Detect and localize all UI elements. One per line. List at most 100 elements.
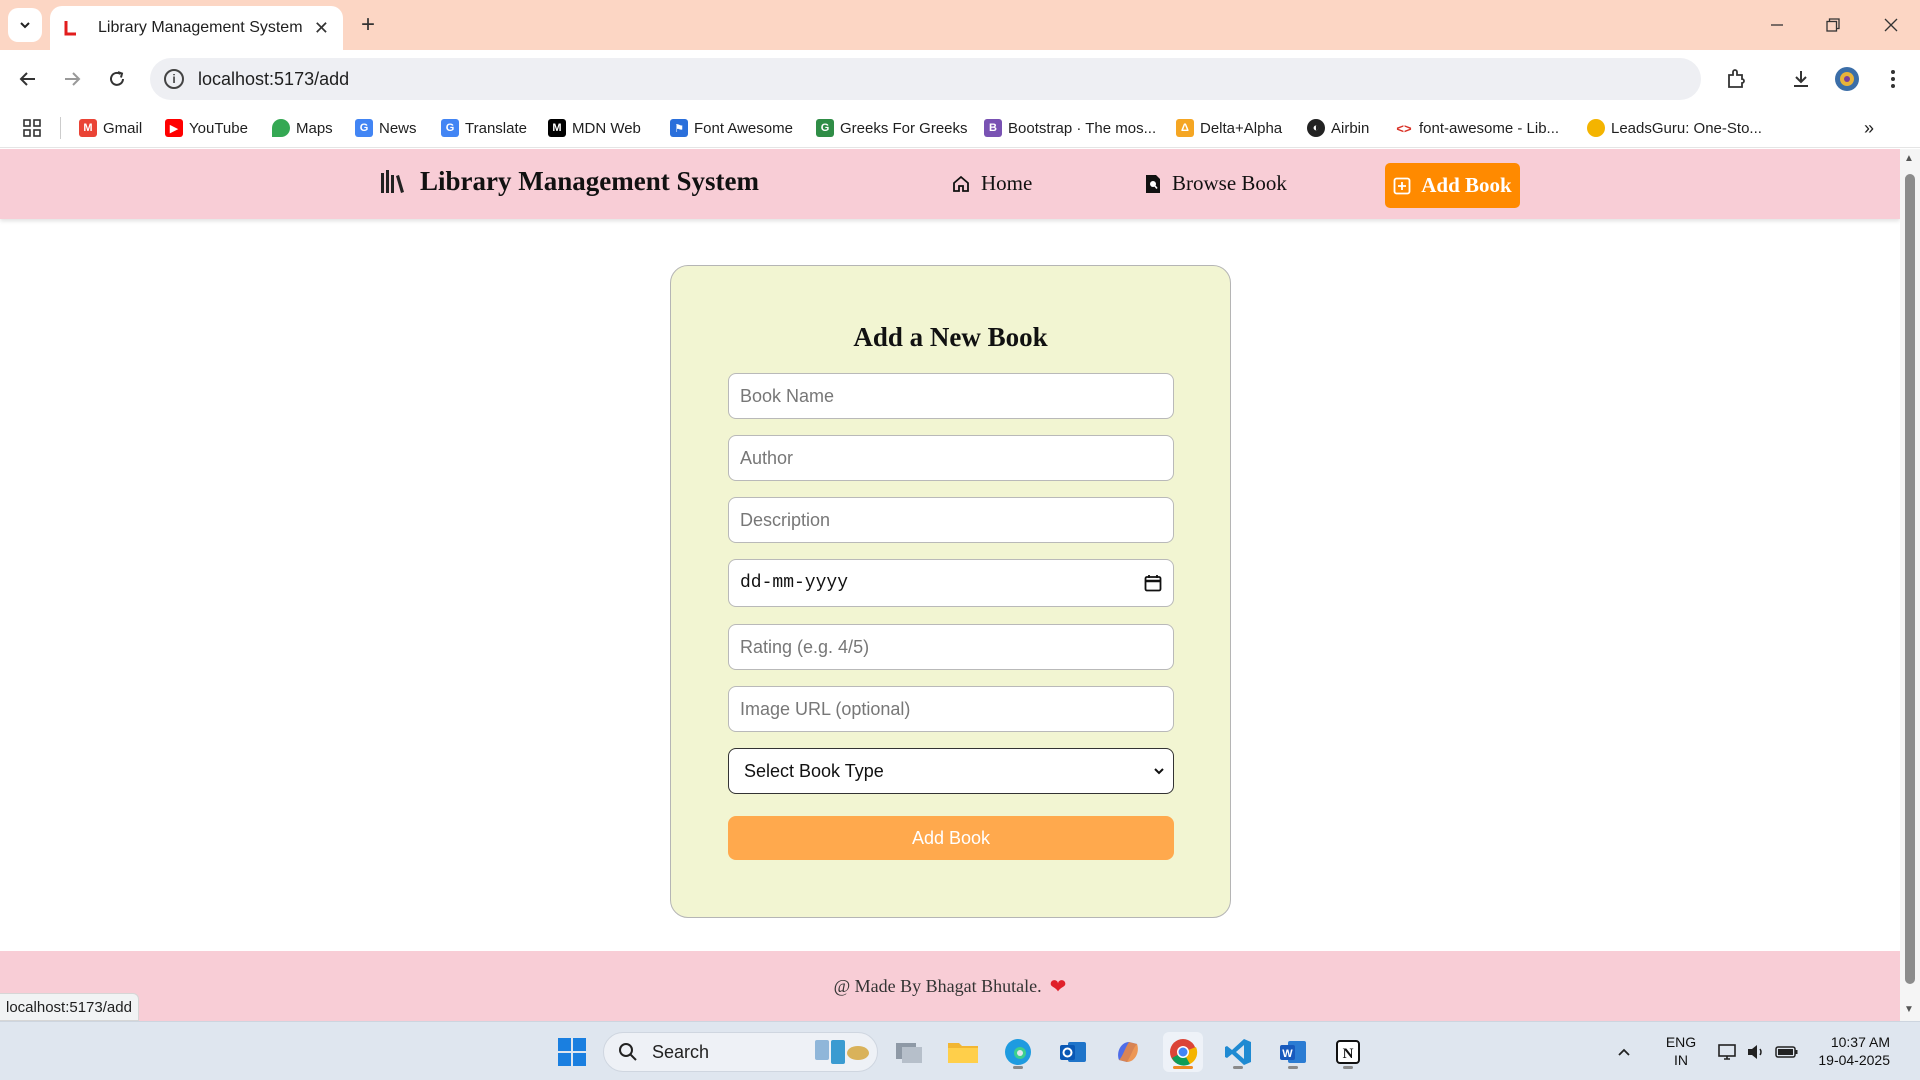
search-book-icon: [1146, 174, 1160, 193]
file-explorer-icon[interactable]: [943, 1032, 983, 1072]
mdn-icon: M: [548, 119, 566, 137]
bookmark-leadsguru[interactable]: LeadsGuru: One-Sto...: [1587, 116, 1762, 140]
chevron-up-icon: [1618, 1048, 1630, 1056]
site-brand[interactable]: Library Management System: [380, 166, 759, 197]
scroll-down-icon[interactable]: ▼: [1904, 1004, 1914, 1015]
running-indicator: [1288, 1066, 1298, 1069]
web-page: Library Management System Home Browse Bo…: [0, 149, 1900, 1021]
running-indicator: [1343, 1066, 1353, 1069]
lang-top: ENG: [1665, 1034, 1697, 1050]
bookmark-label: Font Awesome: [694, 119, 793, 137]
volume-icon[interactable]: [1742, 1032, 1770, 1072]
site-info-icon[interactable]: i: [164, 69, 184, 89]
download-icon[interactable]: [1785, 63, 1817, 95]
back-arrow-icon: [19, 72, 35, 86]
page-scrollbar[interactable]: ▲ ▼: [1900, 149, 1920, 1021]
font-awesome-icon: ⚑: [670, 119, 688, 137]
plus-square-icon: [1393, 177, 1411, 194]
book-type-select[interactable]: Select Book Type: [728, 748, 1174, 794]
reload-button[interactable]: [101, 63, 133, 95]
nav-add-book-button[interactable]: Add Book: [1385, 163, 1520, 208]
browser-tab-active[interactable]: Library Management System ✕: [50, 6, 343, 50]
bookmark-font-awesome[interactable]: ⚑ Font Awesome: [670, 116, 793, 140]
bookmark-label: News: [379, 119, 417, 137]
running-indicator: [1233, 1066, 1243, 1069]
author-input[interactable]: [728, 435, 1174, 481]
home-icon: [953, 175, 969, 192]
scrollbar-thumb[interactable]: [1905, 174, 1915, 984]
browser-menu-icon[interactable]: [1877, 63, 1909, 95]
date-placeholder: dd-mm-yyyy: [740, 573, 849, 593]
restore-button[interactable]: [1808, 10, 1858, 40]
task-view-icon[interactable]: [889, 1032, 929, 1072]
taskbar-search[interactable]: Search: [603, 1032, 878, 1072]
more-bookmarks-icon[interactable]: »: [1864, 116, 1874, 140]
apps-grid-icon[interactable]: [22, 116, 42, 140]
bookmark-translate[interactable]: G Translate: [441, 116, 527, 140]
bookmark-airbin[interactable]: ◐ Airbin: [1307, 116, 1369, 140]
bookmark-youtube[interactable]: ▶ YouTube: [165, 116, 248, 140]
browser-tab-strip: Library Management System ✕ +: [0, 0, 1920, 50]
forward-button[interactable]: [56, 63, 88, 95]
minimize-button[interactable]: [1752, 10, 1802, 40]
url-text[interactable]: localhost:5173/add: [198, 69, 349, 90]
browser-toolbar: i localhost:5173/add: [0, 50, 1920, 131]
bootstrap-icon: B: [984, 119, 1002, 137]
bookmark-label: Gmail: [103, 119, 143, 137]
copilot-icon[interactable]: [1108, 1032, 1148, 1072]
clock-date: 19-04-2025: [1818, 1052, 1890, 1068]
back-button[interactable]: [12, 63, 44, 95]
notion-icon[interactable]: N: [1328, 1032, 1368, 1072]
heart-icon: ❤: [1049, 975, 1067, 998]
new-tab-button[interactable]: +: [355, 11, 381, 38]
bookmark-label: LeadsGuru: One-Sto...: [1611, 119, 1762, 137]
bookmark-gfg[interactable]: G Greeks For Greeks: [816, 116, 968, 140]
minimize-icon: [1771, 24, 1783, 26]
clock[interactable]: 10:37 AM 19-04-2025: [1808, 1033, 1890, 1069]
vscode-icon[interactable]: [1218, 1032, 1258, 1072]
form-title: Add a New Book: [853, 322, 1048, 352]
active-indicator: [1173, 1066, 1193, 1069]
book-name-input[interactable]: [728, 373, 1174, 419]
tab-search-button[interactable]: [8, 8, 42, 42]
nav-browse-book[interactable]: Browse Book: [1144, 171, 1287, 196]
start-button[interactable]: [552, 1032, 592, 1072]
windows-taskbar: Search W N ENG IN 10:37 AM 19-04-2025: [0, 1021, 1920, 1080]
running-indicator: [1013, 1066, 1023, 1069]
bookmark-gmail[interactable]: M Gmail: [79, 116, 142, 140]
language-indicator[interactable]: ENG IN: [1660, 1033, 1702, 1069]
bookmark-mdn[interactable]: M MDN Web: [548, 116, 641, 140]
add-book-submit-button[interactable]: Add Book: [728, 816, 1174, 860]
bookmark-label: Translate: [465, 119, 527, 137]
calendar-icon[interactable]: [1144, 574, 1162, 592]
bookmark-maps[interactable]: Maps: [272, 116, 333, 140]
scroll-up-icon[interactable]: ▲: [1904, 153, 1914, 164]
show-hidden-icons[interactable]: [1612, 1032, 1636, 1072]
extensions-icon[interactable]: [1720, 63, 1752, 95]
bookmark-font-awesome-lib[interactable]: <> font-awesome - Lib...: [1395, 116, 1559, 140]
image-url-input[interactable]: [728, 686, 1174, 732]
chrome-icon[interactable]: [1163, 1032, 1203, 1072]
rating-input[interactable]: [728, 624, 1174, 670]
publish-date-input[interactable]: dd-mm-yyyy: [728, 559, 1174, 607]
bookmark-bootstrap[interactable]: B Bootstrap · The mos...: [984, 116, 1156, 140]
edge-icon[interactable]: [998, 1032, 1038, 1072]
battery-icon[interactable]: [1772, 1032, 1802, 1072]
profile-avatar[interactable]: [1831, 63, 1863, 95]
address-bar[interactable]: i localhost:5173/add: [150, 58, 1701, 100]
bookmark-news[interactable]: G News: [355, 116, 417, 140]
bookmark-label: YouTube: [189, 119, 248, 137]
outlook-icon[interactable]: [1053, 1032, 1093, 1072]
bookmark-label: Maps: [296, 119, 333, 137]
clock-time: 10:37 AM: [1830, 1034, 1890, 1050]
tab-title: Library Management System: [98, 19, 303, 36]
tab-close-icon[interactable]: ✕: [314, 18, 329, 39]
bookmark-label: Bootstrap · The mos...: [1008, 119, 1157, 137]
network-icon[interactable]: [1714, 1032, 1742, 1072]
close-window-button[interactable]: [1866, 10, 1916, 40]
word-icon[interactable]: W: [1273, 1032, 1313, 1072]
delta-alpha-icon: Δ: [1176, 119, 1194, 137]
description-input[interactable]: [728, 497, 1174, 543]
nav-home[interactable]: Home: [951, 171, 1032, 196]
bookmark-delta-alpha[interactable]: Δ Delta+Alpha: [1176, 116, 1282, 140]
